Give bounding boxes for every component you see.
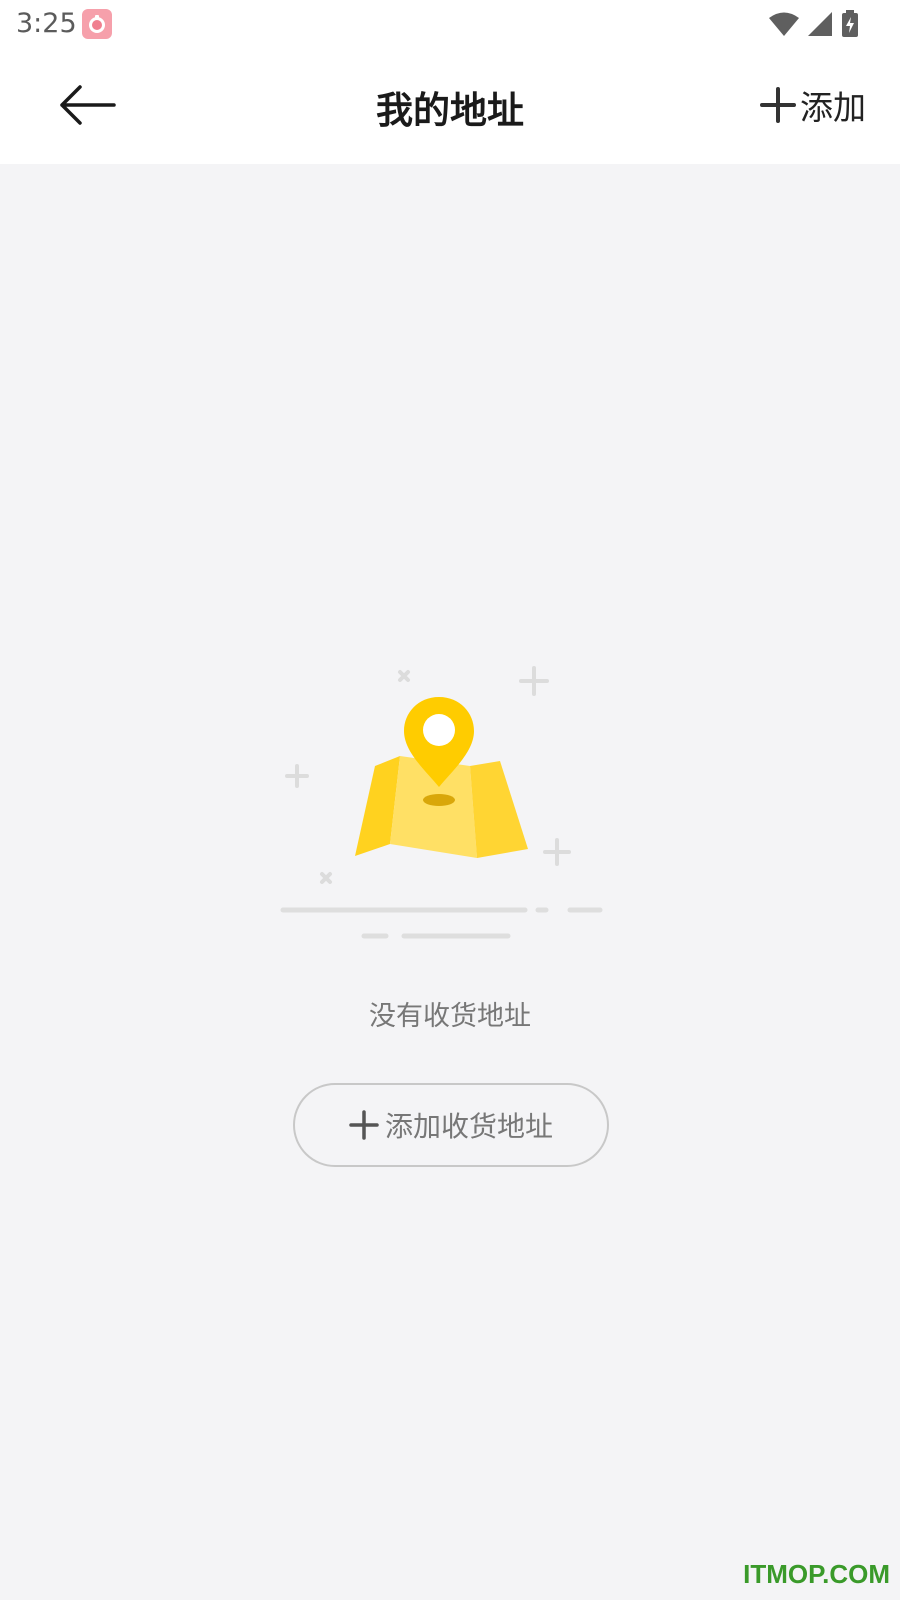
status-bar: 3:25 [0,0,900,50]
plus-icon [349,1110,379,1140]
status-icons [768,10,860,38]
fruit-app-icon [82,9,112,39]
address-list-empty: 没有收货地址 添加收货地址 [0,164,900,1600]
status-time: 3:25 [16,8,77,39]
battery-charging-icon [842,10,858,37]
plus-icon [760,87,796,123]
watermark: ITMOP.COM [743,1559,890,1589]
cell-signal-icon [808,12,832,36]
wifi-icon [769,12,799,36]
empty-message: 没有收货地址 [369,1001,531,1032]
add-top-label: 添加 [800,88,866,127]
add-address-button[interactable]: 添加收货地址 [293,1083,609,1167]
add-address-label: 添加收货地址 [384,1110,553,1143]
nav-bar: 我的地址 添加 [0,50,900,164]
add-address-top-button[interactable]: 添加 [760,80,866,130]
map-pin-illustration [280,666,603,939]
